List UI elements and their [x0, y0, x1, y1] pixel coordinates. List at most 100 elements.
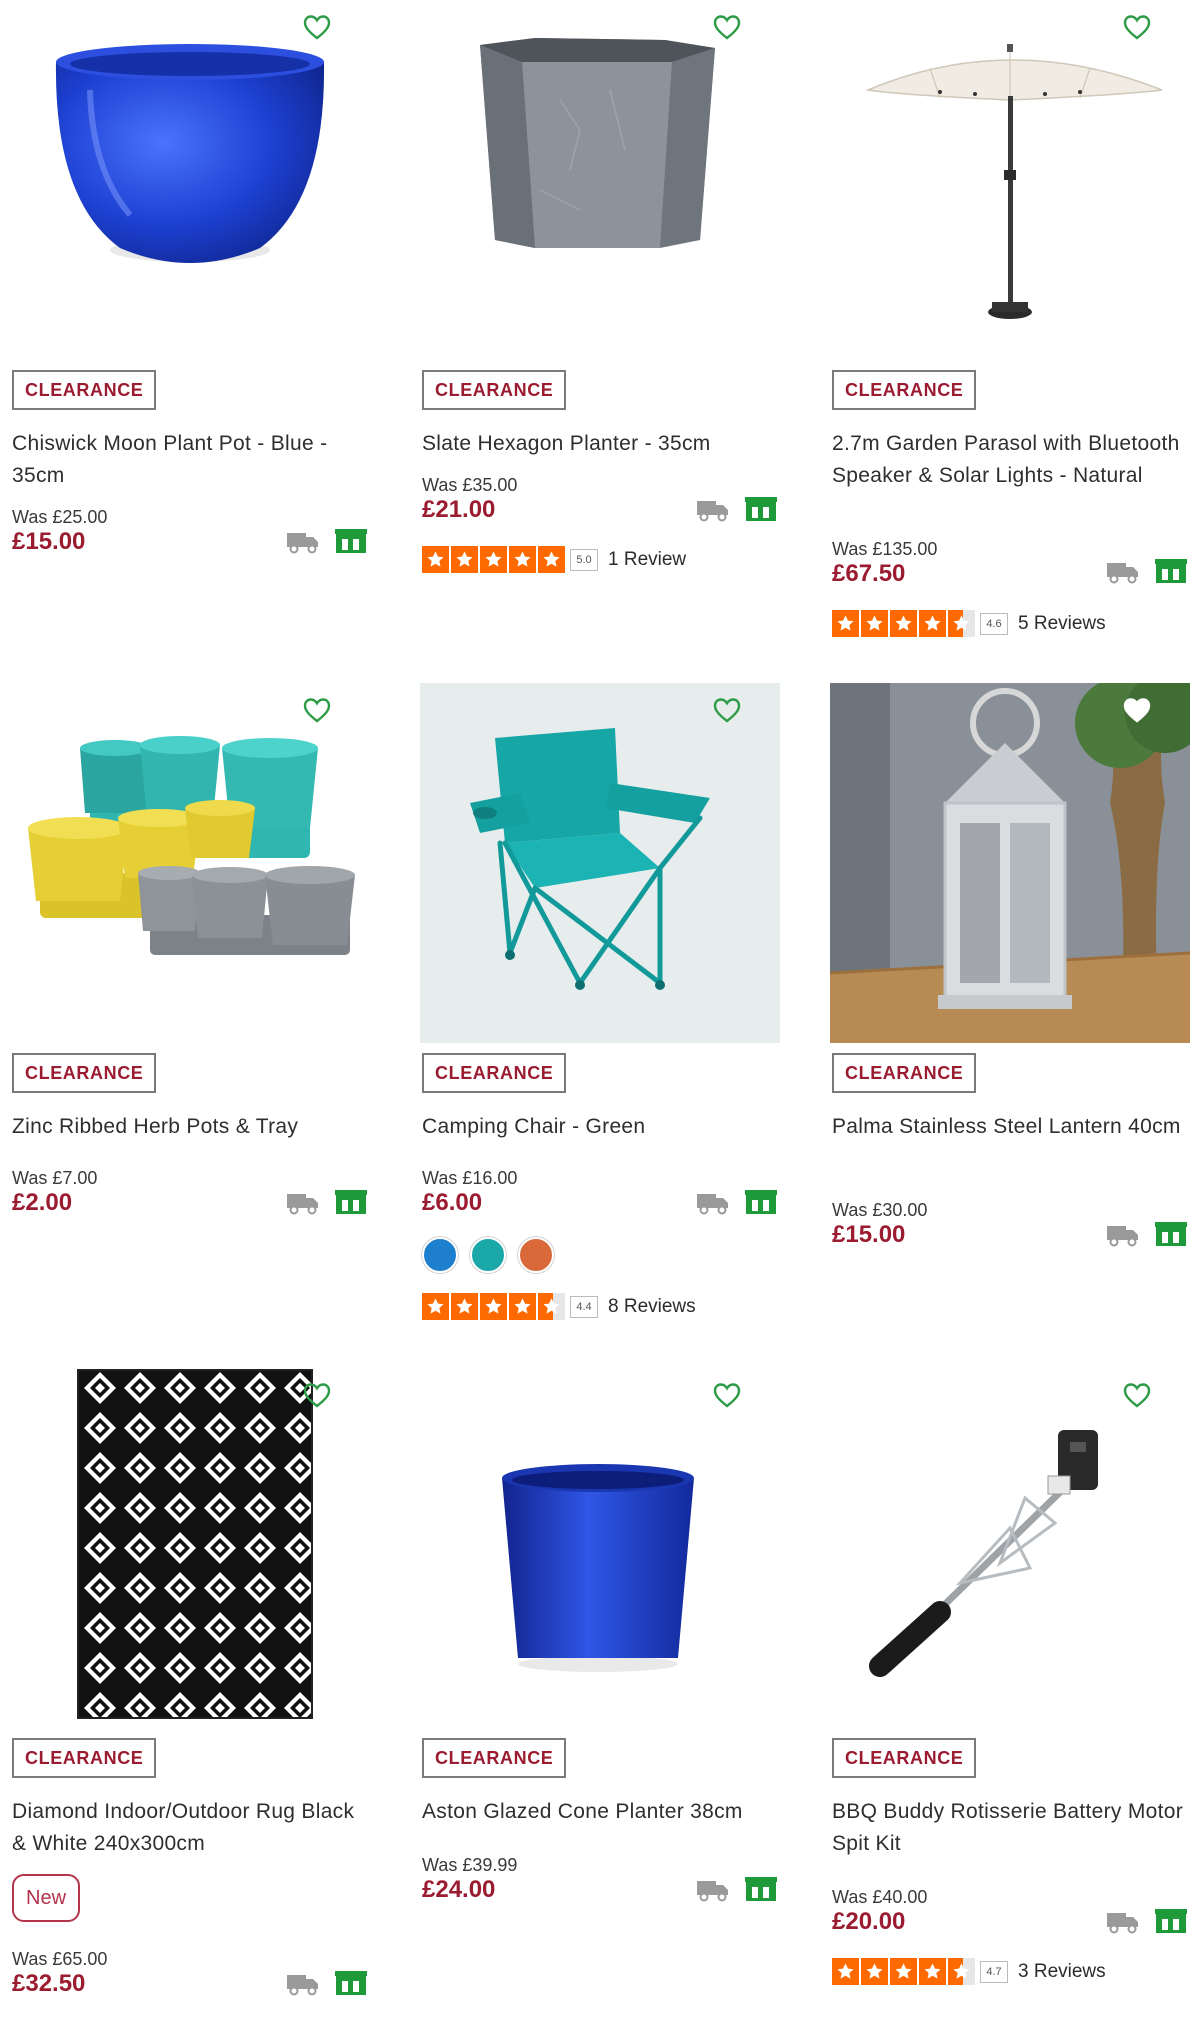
- product-card[interactable]: CLEARANCE Chiswick Moon Plant Pot - Blue…: [0, 0, 370, 660]
- fulfilment-icons: [286, 1189, 368, 1215]
- delivery-truck-icon: [1107, 563, 1138, 584]
- product-image[interactable]: [0, 683, 370, 1053]
- colour-swatch[interactable]: [422, 1237, 458, 1273]
- wishlist-heart-icon[interactable]: [302, 12, 332, 42]
- wishlist-heart-icon[interactable]: [712, 695, 742, 725]
- price-block: Was £16.00 £6.00: [422, 1167, 517, 1217]
- price-block: Was £25.00 £15.00: [12, 506, 107, 556]
- star-icon: [422, 546, 449, 573]
- product-image[interactable]: [0, 0, 370, 370]
- rating-score: 4.6: [980, 612, 1008, 635]
- current-price: £67.50: [832, 560, 906, 587]
- star-icon: [948, 610, 975, 637]
- clearance-badge: CLEARANCE: [832, 370, 977, 410]
- wishlist-heart-icon[interactable]: [1122, 12, 1152, 42]
- price-block: Was £35.00 £21.00: [422, 474, 517, 524]
- price-block: Was £40.00 £20.00: [832, 1886, 927, 1936]
- star-icon: [890, 610, 917, 637]
- click-collect-store-icon: [335, 1190, 367, 1214]
- product-card[interactable]: CLEARANCE Zinc Ribbed Herb Pots & Tray W…: [0, 683, 370, 1343]
- product-title[interactable]: Chiswick Moon Plant Pot - Blue - 35cm: [12, 428, 367, 492]
- current-price: £15.00: [832, 1221, 906, 1248]
- product-card[interactable]: CLEARANCE Palma Stainless Steel Lantern …: [820, 683, 1190, 1343]
- product-image[interactable]: [0, 1368, 370, 1738]
- colour-swatch[interactable]: [518, 1237, 554, 1273]
- product-card[interactable]: CLEARANCE Aston Glazed Cone Planter 38cm…: [410, 1368, 780, 2028]
- rating-score: 4.4: [570, 1295, 598, 1318]
- colour-swatches: [422, 1237, 554, 1273]
- star-icon: [509, 1293, 536, 1320]
- product-card[interactable]: CLEARANCE 2.7m Garden Parasol with Bluet…: [820, 0, 1190, 660]
- product-title[interactable]: BBQ Buddy Rotisserie Battery Motor Spit …: [832, 1796, 1187, 1860]
- price-block: Was £65.00 £32.50: [12, 1948, 107, 1998]
- click-collect-store-icon: [1155, 1909, 1187, 1933]
- new-badge: New: [12, 1874, 81, 1922]
- wishlist-heart-icon[interactable]: [1122, 1380, 1152, 1410]
- click-collect-store-icon: [745, 1190, 777, 1214]
- star-icon: [451, 546, 478, 573]
- clearance-badge: CLEARANCE: [832, 1738, 977, 1778]
- product-title[interactable]: 2.7m Garden Parasol with Bluetooth Speak…: [832, 428, 1187, 492]
- current-price: £15.00: [12, 528, 86, 555]
- was-price: Was £135.00: [832, 539, 938, 559]
- fulfilment-icons: [696, 1876, 778, 1902]
- rating-score: 4.7: [980, 1960, 1008, 1983]
- rating-stars: [422, 546, 565, 573]
- wishlist-heart-icon[interactable]: [712, 12, 742, 42]
- product-image[interactable]: [410, 1368, 780, 1738]
- rating[interactable]: 5.0 1 Review: [422, 546, 686, 573]
- delivery-truck-icon: [287, 1194, 318, 1215]
- current-price: £2.00: [12, 1189, 73, 1216]
- price-block: Was £7.00 £2.00: [12, 1167, 97, 1217]
- product-grid: CLEARANCE Chiswick Moon Plant Pot - Blue…: [0, 0, 1200, 1999]
- fulfilment-icons: [286, 1970, 368, 1996]
- product-title[interactable]: Slate Hexagon Planter - 35cm: [422, 428, 777, 460]
- product-image[interactable]: [820, 683, 1190, 1053]
- review-count[interactable]: 8 Reviews: [608, 1296, 696, 1318]
- rating[interactable]: 4.4 8 Reviews: [422, 1293, 696, 1320]
- click-collect-store-icon: [1155, 1222, 1187, 1246]
- product-image[interactable]: [820, 0, 1190, 370]
- fulfilment-icons: [1106, 1221, 1188, 1247]
- review-count[interactable]: 3 Reviews: [1018, 1961, 1106, 1983]
- fulfilment-icons: [696, 496, 778, 522]
- wishlist-heart-icon[interactable]: [712, 1380, 742, 1410]
- clearance-badge: CLEARANCE: [422, 370, 567, 410]
- wishlist-heart-icon[interactable]: [302, 1380, 332, 1410]
- colour-swatch[interactable]: [470, 1237, 506, 1273]
- product-card[interactable]: CLEARANCE Slate Hexagon Planter - 35cm W…: [410, 0, 780, 660]
- star-icon: [832, 610, 859, 637]
- clearance-badge: CLEARANCE: [832, 1053, 977, 1093]
- product-title[interactable]: Palma Stainless Steel Lantern 40cm: [832, 1111, 1187, 1143]
- rating[interactable]: 4.6 5 Reviews: [832, 610, 1106, 637]
- product-image[interactable]: [410, 0, 780, 370]
- review-count[interactable]: 5 Reviews: [1018, 613, 1106, 635]
- product-image[interactable]: [820, 1368, 1190, 1738]
- wishlist-heart-icon[interactable]: [302, 695, 332, 725]
- star-icon: [451, 1293, 478, 1320]
- was-price: Was £40.00: [832, 1887, 928, 1907]
- product-title[interactable]: Camping Chair - Green: [422, 1111, 777, 1143]
- click-collect-store-icon: [745, 1877, 777, 1901]
- rating[interactable]: 4.7 3 Reviews: [832, 1958, 1106, 1985]
- wishlist-heart-icon[interactable]: [1122, 695, 1152, 725]
- product-title[interactable]: Diamond Indoor/Outdoor Rug Black & White…: [12, 1796, 367, 1860]
- rating-stars: [832, 1958, 975, 1985]
- click-collect-store-icon: [335, 1971, 367, 1995]
- product-title[interactable]: Aston Glazed Cone Planter 38cm: [422, 1796, 777, 1828]
- star-icon: [890, 1958, 917, 1985]
- product-card[interactable]: CLEARANCE Camping Chair - Green Was £16.…: [410, 683, 780, 1343]
- click-collect-store-icon: [745, 497, 777, 521]
- review-count[interactable]: 1 Review: [608, 549, 686, 571]
- product-title[interactable]: Zinc Ribbed Herb Pots & Tray: [12, 1111, 367, 1143]
- product-image[interactable]: [410, 683, 780, 1053]
- product-card[interactable]: CLEARANCE Diamond Indoor/Outdoor Rug Bla…: [0, 1368, 370, 2028]
- was-price: Was £7.00: [12, 1168, 98, 1188]
- rating-stars: [422, 1293, 565, 1320]
- product-card[interactable]: CLEARANCE BBQ Buddy Rotisserie Battery M…: [820, 1368, 1190, 2028]
- current-price: £6.00: [422, 1189, 483, 1216]
- clearance-badge: CLEARANCE: [12, 370, 157, 410]
- delivery-truck-icon: [287, 533, 318, 554]
- star-icon: [948, 1958, 975, 1985]
- clearance-badge: CLEARANCE: [422, 1053, 567, 1093]
